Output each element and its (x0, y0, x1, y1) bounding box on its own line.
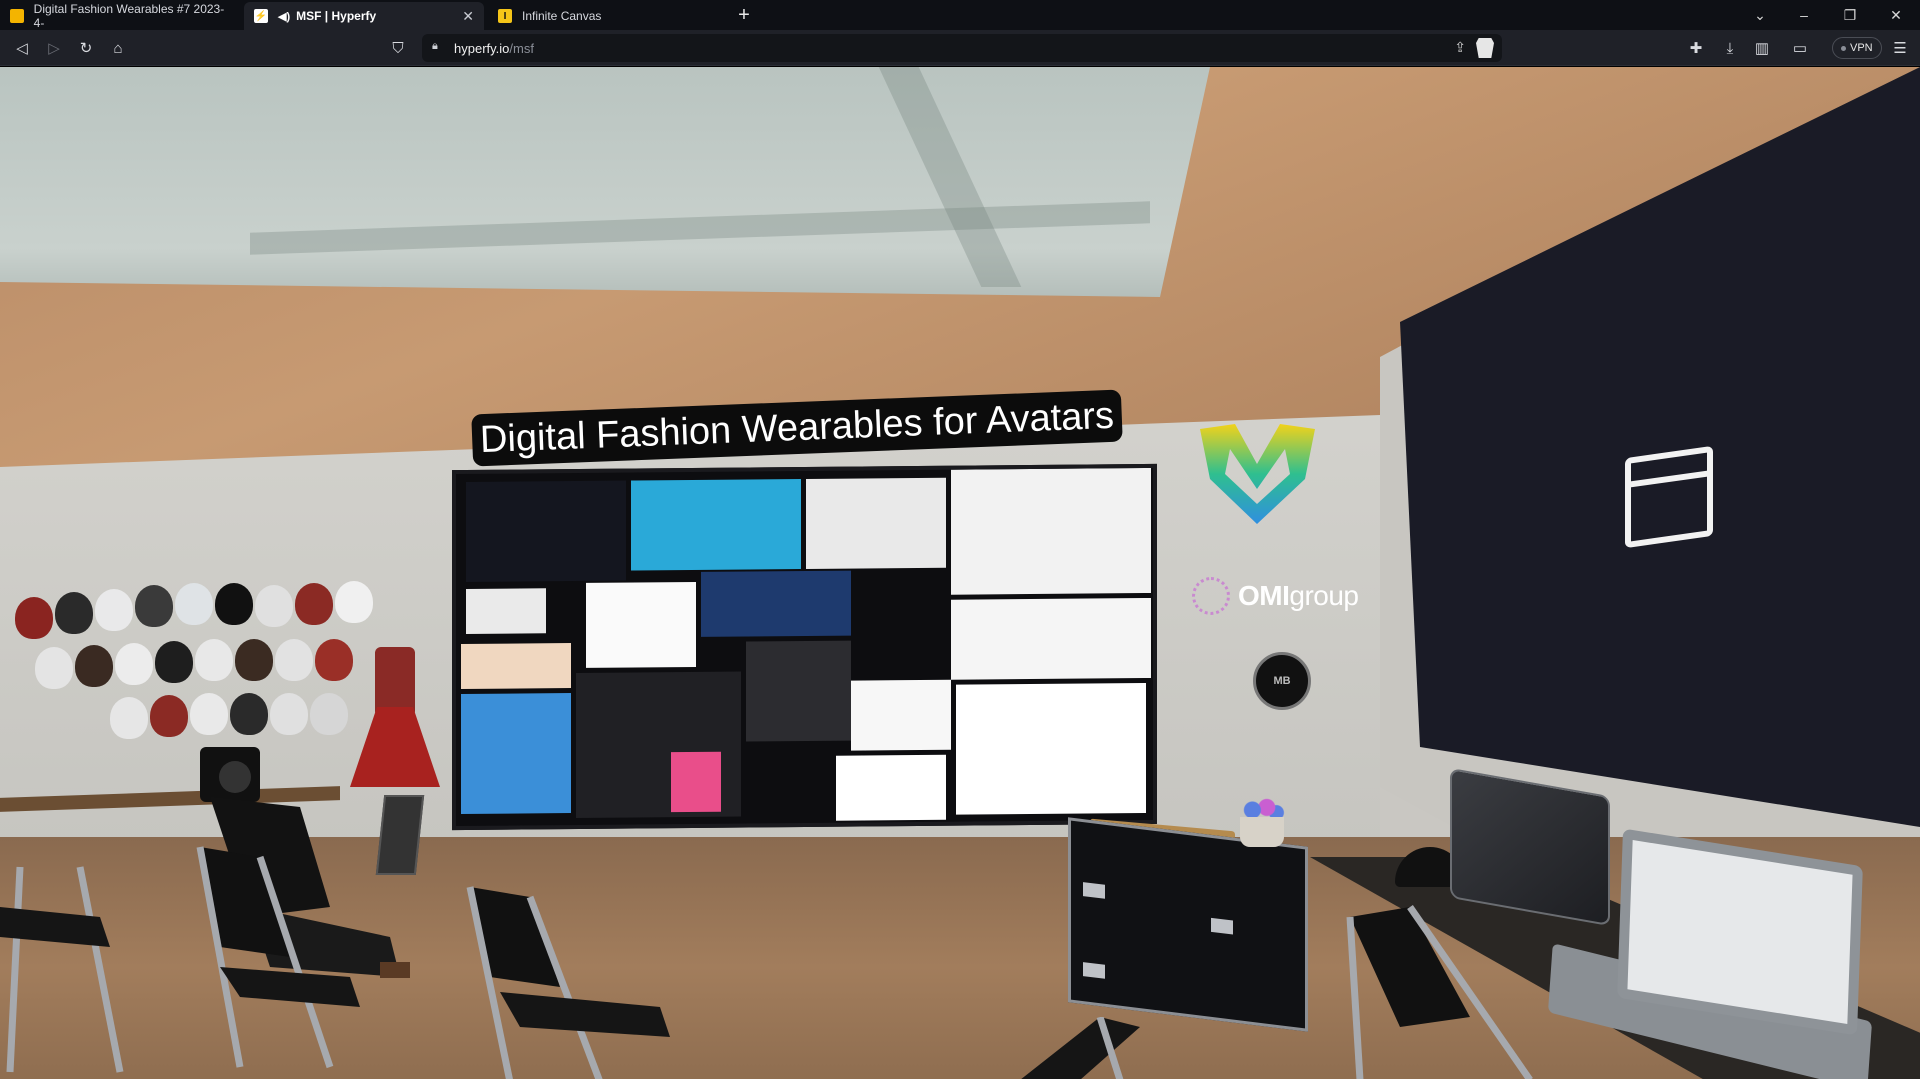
collage-tile (951, 597, 1151, 680)
mask (115, 643, 153, 685)
collage-tile (466, 588, 546, 634)
brave-shields-icon[interactable] (1476, 38, 1494, 58)
minimize-button[interactable]: – (1784, 3, 1824, 27)
potted-plant (1230, 797, 1290, 847)
collage-tile (836, 754, 946, 821)
collage-tile (631, 479, 801, 571)
home-icon[interactable]: ⌂ (106, 36, 130, 60)
share-icon[interactable]: ⇪ (1454, 39, 1466, 56)
collage-tile (461, 643, 571, 689)
folding-chair (1346, 905, 1533, 1080)
tab-title: Infinite Canvas (522, 9, 602, 23)
mask (75, 645, 113, 687)
mask (230, 693, 268, 735)
mask (215, 583, 253, 625)
address-bar[interactable]: 🔒︎ hyperfy.io/msf ⇪ (422, 34, 1502, 62)
collage-tile (671, 751, 721, 813)
folding-chair (1020, 1017, 1140, 1080)
sidebar-icon[interactable]: ▥ (1750, 36, 1774, 60)
flight-case (1068, 817, 1308, 1032)
mask (175, 583, 213, 625)
collage-tile (701, 570, 851, 637)
wallet-icon[interactable]: ▭ (1788, 36, 1812, 60)
navigation-toolbar: ◁ ▷ ↻ ⌂ ⛉ 🔒︎ hyperfy.io/msf ⇪ ✚ ⤓ ▥ ▭ VP… (0, 30, 1920, 66)
canvas-favicon-icon: I (498, 9, 512, 23)
collage-tile (586, 581, 696, 668)
mask (155, 641, 193, 683)
mask (275, 639, 313, 681)
url-text[interactable]: hyperfy.io/msf (454, 41, 534, 56)
collage-tile (746, 640, 851, 742)
download-icon[interactable]: ⤓ (1718, 36, 1742, 60)
folding-chair (466, 886, 670, 1080)
vpn-status-dot (1841, 45, 1846, 51)
omi-group-logo: OMIgroup (1192, 577, 1359, 615)
mask (35, 647, 73, 689)
dress-top (375, 647, 415, 717)
mask (150, 695, 188, 737)
mask (270, 693, 308, 735)
close-window-button[interactable]: ✕ (1876, 3, 1916, 27)
mask (135, 585, 173, 627)
seal-icon: MB (1253, 652, 1311, 710)
folding-chair (0, 866, 124, 1073)
case-latch (1083, 962, 1105, 979)
world-viewport[interactable]: Digital Fashion Wearables for Avatars OM… (0, 67, 1920, 1080)
mask (95, 589, 133, 631)
tab-title: Digital Fashion Wearables #7 2023-4- (33, 2, 225, 30)
bookmark-icon[interactable]: ⛉ (386, 36, 410, 60)
plant-pot (1240, 817, 1284, 847)
hyperfy-favicon-icon: ⚡ (254, 9, 268, 23)
collage-avatar-grid (951, 467, 1151, 595)
collage-avatar-preview (466, 480, 626, 582)
case-latch (1211, 917, 1233, 935)
mask (295, 583, 333, 625)
case-latch (1083, 882, 1105, 899)
mask (255, 585, 293, 627)
new-tab-button[interactable]: + (733, 3, 755, 27)
tab-infinite-canvas[interactable]: I Infinite Canvas (488, 2, 728, 30)
window-frame-icon[interactable] (1625, 445, 1713, 549)
collage-tile (806, 477, 946, 569)
tab-title: MSF | Hyperfy (296, 9, 377, 23)
restore-button[interactable]: ❐ (1830, 3, 1870, 27)
collage-tile (851, 679, 951, 751)
mask (195, 639, 233, 681)
collage-tile (461, 693, 571, 814)
omi-ring-icon (1192, 577, 1230, 615)
vpn-button[interactable]: VPN (1832, 37, 1882, 59)
mask (110, 697, 148, 739)
tab-msf-hyperfy[interactable]: ⚡ ◀) MSF | Hyperfy ✕ (244, 2, 484, 30)
mask (190, 693, 228, 735)
mask (310, 693, 348, 735)
lock-icon: 🔒︎ (432, 40, 438, 52)
collage-tile (956, 683, 1146, 815)
tab-digital-fashion[interactable]: Digital Fashion Wearables #7 2023-4- (0, 2, 240, 30)
close-tab-icon[interactable]: ✕ (462, 8, 474, 25)
reload-icon[interactable]: ↻ (74, 36, 98, 60)
mask (235, 639, 273, 681)
slides-favicon-icon (10, 9, 24, 23)
forward-icon[interactable]: ▷ (42, 36, 66, 60)
fashion-collage-board (452, 463, 1157, 831)
back-icon[interactable]: ◁ (10, 36, 34, 60)
speaker-icon[interactable]: ◀) (278, 10, 290, 23)
mask (15, 597, 53, 639)
tab-bar: Digital Fashion Wearables #7 2023-4- ⚡ ◀… (0, 0, 1920, 30)
extensions-icon[interactable]: ✚ (1684, 36, 1708, 60)
menu-icon[interactable]: ☰ (1888, 36, 1912, 60)
mask (335, 581, 373, 623)
tab-search-dropdown-icon[interactable]: ⌄ (1740, 3, 1780, 27)
mask (55, 592, 93, 634)
m-logo-icon (1200, 424, 1315, 524)
folding-chair (196, 846, 360, 1069)
